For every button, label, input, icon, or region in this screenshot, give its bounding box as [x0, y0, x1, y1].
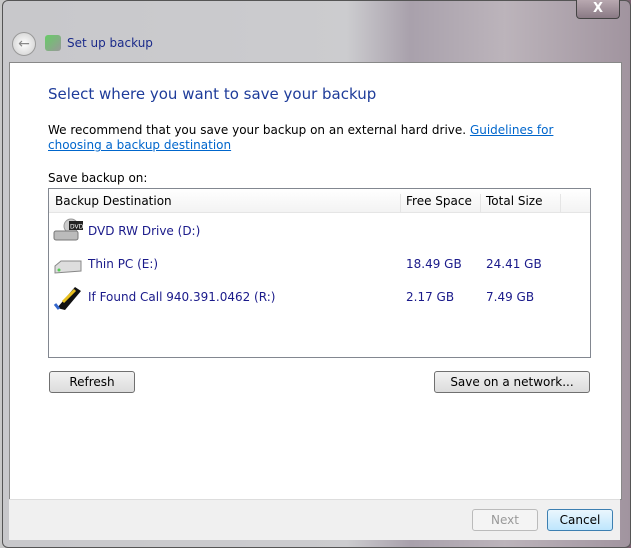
next-button[interactable]: Next	[472, 509, 538, 531]
free-space: 2.17 GB	[406, 290, 455, 304]
column-free-space[interactable]: Free Space	[400, 194, 481, 212]
save-on-label: Save backup on:	[48, 171, 148, 185]
total-size: 7.49 GB	[486, 290, 535, 304]
usb-drive-icon	[53, 284, 83, 310]
table-row[interactable]: Thin PC (E:) 18.49 GB 24.41 GB	[49, 249, 590, 279]
svg-text:DVD: DVD	[70, 224, 83, 231]
recommendation: We recommend that you save your backup o…	[48, 123, 467, 137]
destination-name: If Found Call 940.391.0462 (R:)	[88, 290, 276, 304]
destination-list[interactable]: Backup Destination Free Space Total Size…	[48, 188, 591, 358]
destination-name: DVD RW Drive (D:)	[88, 224, 201, 238]
column-total-size[interactable]: Total Size	[480, 194, 561, 212]
table-row[interactable]: DVD DVD RW Drive (D:)	[49, 216, 590, 246]
save-on-network-button[interactable]: Save on a network...	[434, 371, 590, 393]
total-size: 24.41 GB	[486, 257, 542, 271]
hard-drive-icon	[53, 251, 83, 277]
content-pane: Select where you want to save your backu…	[9, 62, 622, 500]
column-destination[interactable]: Backup Destination	[49, 194, 401, 212]
backup-icon	[45, 35, 61, 51]
table-row[interactable]: If Found Call 940.391.0462 (R:) 2.17 GB …	[49, 282, 590, 312]
window-title: Set up backup	[67, 36, 153, 50]
refresh-button[interactable]: Refresh	[49, 371, 135, 393]
dvd-drive-icon: DVD	[53, 218, 84, 244]
footer-bar: Next Cancel	[9, 499, 620, 540]
list-header: Backup Destination Free Space Total Size	[49, 189, 590, 213]
page-title: Select where you want to save your backu…	[48, 85, 377, 103]
destination-name: Thin PC (E:)	[88, 257, 159, 271]
back-arrow-icon[interactable]: ←	[12, 32, 36, 56]
cancel-button[interactable]: Cancel	[547, 509, 613, 531]
recommendation-text: We recommend that you save your backup o…	[48, 123, 608, 153]
free-space: 18.49 GB	[406, 257, 462, 271]
close-button[interactable]: X	[576, 0, 620, 19]
